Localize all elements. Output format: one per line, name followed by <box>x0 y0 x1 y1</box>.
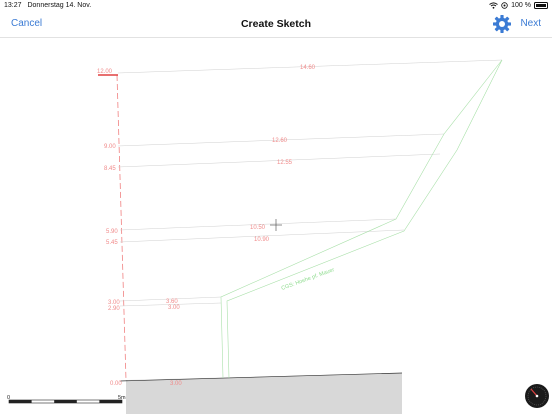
status-left: 13:27 Donnerstag 14. Nov. <box>4 0 95 11</box>
sketch-drawing[interactable]: 12.00 9.00 8.45 5.90 5.45 3.00 2.90 0.00… <box>0 38 552 414</box>
status-date: Donnerstag 14. Nov. <box>27 2 92 9</box>
height-label: 5.45 <box>106 240 118 246</box>
width-label: 10.90 <box>254 237 270 243</box>
scale-start-label: 0 <box>7 395 10 401</box>
slope-label: CGS: Hoehe pf. Mauer <box>281 267 336 292</box>
status-bar: 13:27 Donnerstag 14. Nov. 100 % <box>0 0 552 11</box>
width-label: 10.50 <box>250 225 266 231</box>
height-axis <box>116 74 127 381</box>
status-right: 100 % <box>489 0 548 11</box>
page-title: Create Sketch <box>240 18 312 30</box>
location-icon <box>501 2 508 9</box>
gear-icon[interactable] <box>492 14 512 34</box>
width-label: 12.60 <box>272 138 288 144</box>
sketch-canvas[interactable]: 12.00 9.00 8.45 5.90 5.45 3.00 2.90 0.00… <box>0 38 552 414</box>
next-button[interactable]: Next <box>520 11 541 37</box>
status-time: 13:27 <box>4 2 22 9</box>
width-label: 14.60 <box>300 65 316 71</box>
section-outline <box>220 59 503 379</box>
width-label: 3.00 <box>168 305 180 311</box>
nav-bar: Cancel Create Sketch Next <box>0 11 552 38</box>
height-label: 2.90 <box>108 306 120 312</box>
battery-percent: 100 % <box>511 2 531 9</box>
height-label: 5.90 <box>106 229 118 235</box>
width-label: 3.00 <box>170 381 182 387</box>
height-label: 8.45 <box>104 166 116 172</box>
dimension-lines <box>117 59 503 307</box>
height-label: 12.00 <box>97 69 113 75</box>
height-label: 0.00 <box>110 381 122 387</box>
crosshair-icon <box>270 219 282 231</box>
wifi-icon <box>489 2 498 9</box>
scale-end-label: 5m <box>118 395 126 401</box>
scale-bar <box>8 399 123 404</box>
height-label: 9.00 <box>104 144 116 150</box>
battery-icon <box>534 2 548 9</box>
ground-area <box>126 373 402 414</box>
compass-icon[interactable] <box>525 384 549 408</box>
width-label: 12.55 <box>277 160 293 166</box>
